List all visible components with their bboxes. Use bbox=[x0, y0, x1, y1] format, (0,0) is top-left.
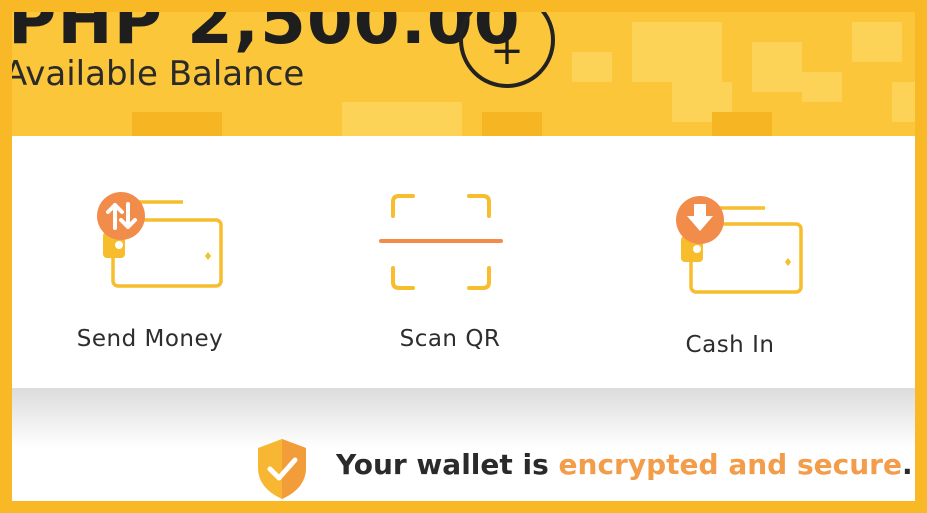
quick-actions: Send Money Scan QR Cash In bbox=[12, 136, 915, 388]
wallet-cash-in-icon bbox=[676, 196, 803, 294]
scan-qr-label: Scan QR bbox=[399, 326, 501, 352]
security-banner: Your wallet is encrypted and secure. bbox=[252, 436, 913, 499]
security-prefix: Your wallet is bbox=[336, 448, 559, 481]
security-message: Your wallet is encrypted and secure. bbox=[336, 448, 913, 481]
cash-in-label: Cash In bbox=[685, 332, 775, 358]
balance-label: Available Balance bbox=[12, 54, 305, 94]
balance-header: PHP 2,500.00 Available Balance + bbox=[12, 12, 915, 136]
shield-check-icon bbox=[258, 439, 306, 499]
wallet-transfer-icon bbox=[97, 192, 223, 288]
cash-in-button[interactable]: Cash In bbox=[615, 136, 845, 388]
send-money-label: Send Money bbox=[76, 326, 224, 352]
plus-icon: + bbox=[490, 28, 524, 74]
add-balance-button[interactable]: + bbox=[459, 12, 555, 88]
balance-amount: PHP 2,500.00 bbox=[12, 12, 521, 59]
security-suffix: . bbox=[901, 448, 913, 481]
scan-qr-button[interactable]: Scan QR bbox=[335, 136, 565, 388]
scan-qr-icon bbox=[379, 194, 503, 290]
security-highlight: encrypted and secure bbox=[558, 448, 902, 481]
wallet-screen: PHP 2,500.00 Available Balance + Send Mo… bbox=[12, 12, 915, 501]
send-money-button[interactable]: Send Money bbox=[35, 136, 265, 388]
